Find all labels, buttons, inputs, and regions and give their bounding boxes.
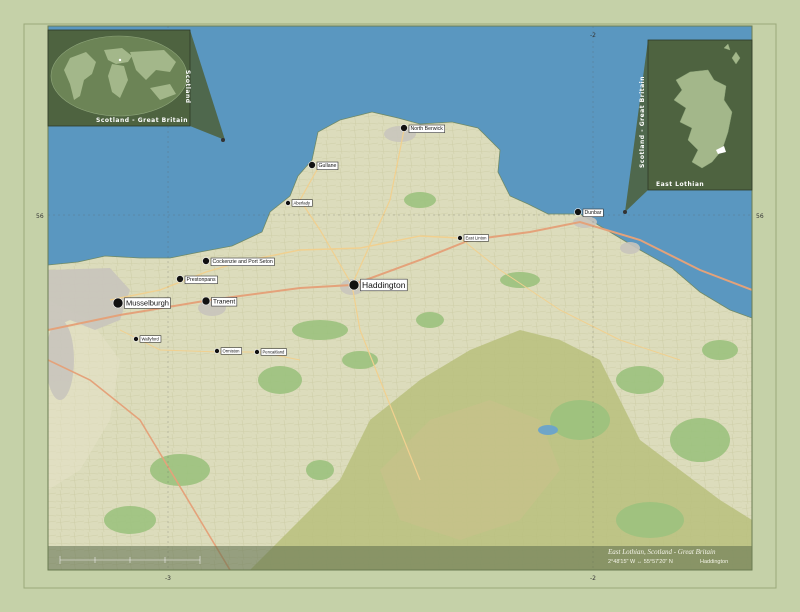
capital-credit: Haddington [700,559,728,565]
city-marker[interactable]: Gullane [308,161,339,170]
city-label: Musselburgh [126,299,169,308]
world-inset-connector-dot [221,138,225,142]
city-label: East Linton [466,235,488,240]
city-label: Ormiston [223,348,241,353]
city-marker[interactable]: Cockenzie and Port Seton [202,257,275,266]
city-marker[interactable]: Musselburgh [112,297,171,309]
city-dot[interactable] [176,275,184,283]
city-dot[interactable] [133,336,139,342]
city-dot[interactable] [308,161,316,169]
world-inset-label: Scotland - Great Britain [96,117,188,124]
city-dot[interactable] [285,200,291,206]
reservoir [538,425,558,435]
city-label: Cockenzie and Port Seton [213,259,273,265]
city-label: Tranent [213,298,235,305]
world-inset-side-label: Scotland [184,70,191,104]
city-dot[interactable] [400,124,408,132]
scotland-inset-connector-dot [623,210,627,214]
city-dot[interactable] [201,296,211,306]
map-stage: -3 -2 56 56 -3 -2 East Lothian, Scotland… [0,0,800,612]
city-label: Haddington [362,280,406,290]
world-inset-marker [118,58,122,62]
grid-label-bottom-right: -2 [590,575,596,582]
grid-label-right: 56 [756,213,764,220]
city-dot[interactable] [574,208,582,216]
grid-label-bottom-left: -3 [165,575,171,582]
scotland-inset-label: East Lothian [656,181,704,188]
city-dot[interactable] [254,349,260,355]
city-label: Wallyford [142,336,160,341]
map-canvas: -3 -2 56 56 -3 -2 East Lothian, Scotland… [23,23,777,589]
map-coordinates: 2°48'15" W ↔ 55°57'20" N [608,559,673,565]
scotland-inset-side-label: Scotland - Great Britain [639,76,646,168]
city-marker[interactable]: Tranent [201,296,238,307]
city-dot[interactable] [214,348,220,354]
city-dot[interactable] [348,279,360,291]
city-dot[interactable] [457,235,463,241]
grid-label-left: 56 [36,213,44,220]
city-label: North Berwick [411,126,444,132]
city-dot[interactable] [202,257,210,265]
city-marker[interactable]: Dunbar [574,208,604,217]
city-dot[interactable] [112,297,124,309]
city-label: Prestonpans [187,277,217,283]
grid-label-top-right: -2 [590,32,596,39]
city-label: Gullane [319,163,337,169]
city-label: Dunbar [585,210,602,216]
map-title: East Lothian, Scotland - Great Britain [607,548,716,556]
city-label: Aberlady [294,200,311,205]
city-label: Pencaitland [263,349,286,354]
